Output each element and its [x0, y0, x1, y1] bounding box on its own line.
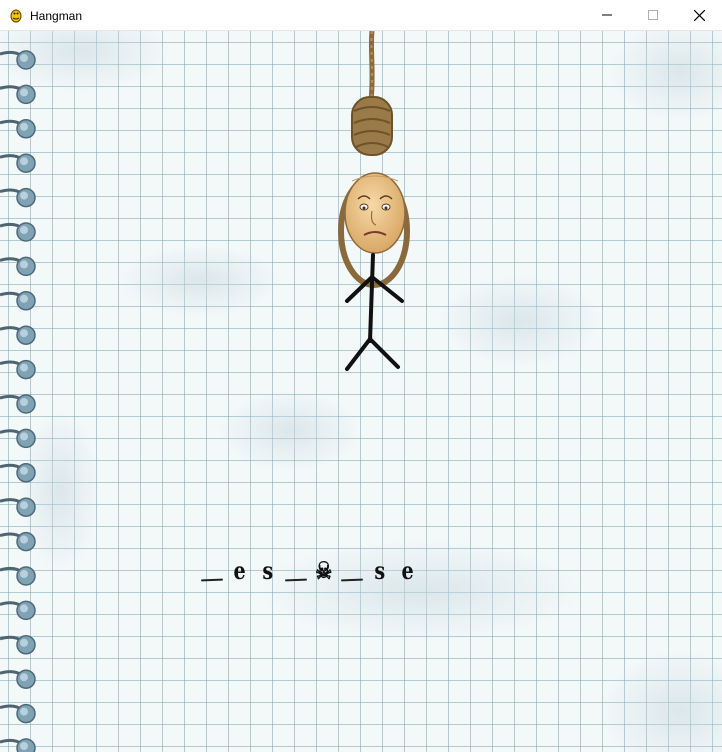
spiral-ring [0, 291, 36, 311]
body-line [368, 253, 375, 343]
maximize-icon [648, 10, 658, 20]
hangman-head [344, 172, 406, 254]
spiral-ring [0, 325, 36, 345]
spiral-ring [0, 222, 36, 242]
word-blank-slot [338, 553, 366, 583]
right-leg [368, 337, 400, 369]
game-canvas[interactable]: e s ☠ s e [0, 31, 722, 752]
maximize-button[interactable] [630, 0, 676, 30]
spiral-ring [0, 738, 36, 752]
word-letter: s [374, 556, 386, 585]
spiral-ring [0, 119, 36, 139]
spiral-ring [0, 669, 36, 689]
word-letter: e [401, 556, 415, 585]
spiral-ring [0, 187, 36, 208]
close-icon [693, 9, 705, 21]
spiral-ring [0, 703, 36, 724]
spiral-ring [0, 600, 36, 621]
spiral-ring [0, 394, 36, 414]
window-title: Hangman [30, 9, 83, 23]
word-letter-slot: s [254, 553, 282, 583]
minimize-icon [602, 14, 612, 16]
close-button[interactable] [676, 0, 722, 30]
word-letter-slot: ☠ [310, 553, 338, 583]
spiral-binding [0, 50, 36, 752]
spiral-ring [0, 84, 36, 105]
title-bar: Hangman [0, 0, 722, 31]
word-letter: s [262, 556, 274, 585]
word-letter-slot: e [394, 553, 422, 583]
blank-underline [200, 578, 224, 582]
left-leg [345, 337, 372, 371]
word-letter-slot: e [226, 553, 254, 583]
game-scene [0, 31, 722, 752]
word-display: e s ☠ s e [198, 553, 422, 583]
spiral-ring [0, 428, 36, 449]
word-letter: ☠ [315, 556, 333, 585]
minimize-button[interactable] [584, 0, 630, 30]
spiral-ring [0, 635, 36, 655]
spiral-ring [0, 153, 36, 173]
spiral-ring [0, 566, 36, 586]
blank-underline [284, 578, 308, 582]
pygame-snake-icon [10, 9, 22, 23]
word-blank-slot [282, 553, 310, 583]
blank-underline [340, 578, 364, 582]
spiral-ring [0, 497, 36, 517]
spiral-ring [0, 463, 36, 483]
word-blank-slot [198, 553, 226, 583]
spiral-ring [0, 256, 36, 277]
spiral-ring [0, 359, 36, 380]
word-letter: e [233, 556, 247, 585]
spiral-ring [0, 531, 36, 552]
word-letter-slot: s [366, 553, 394, 583]
